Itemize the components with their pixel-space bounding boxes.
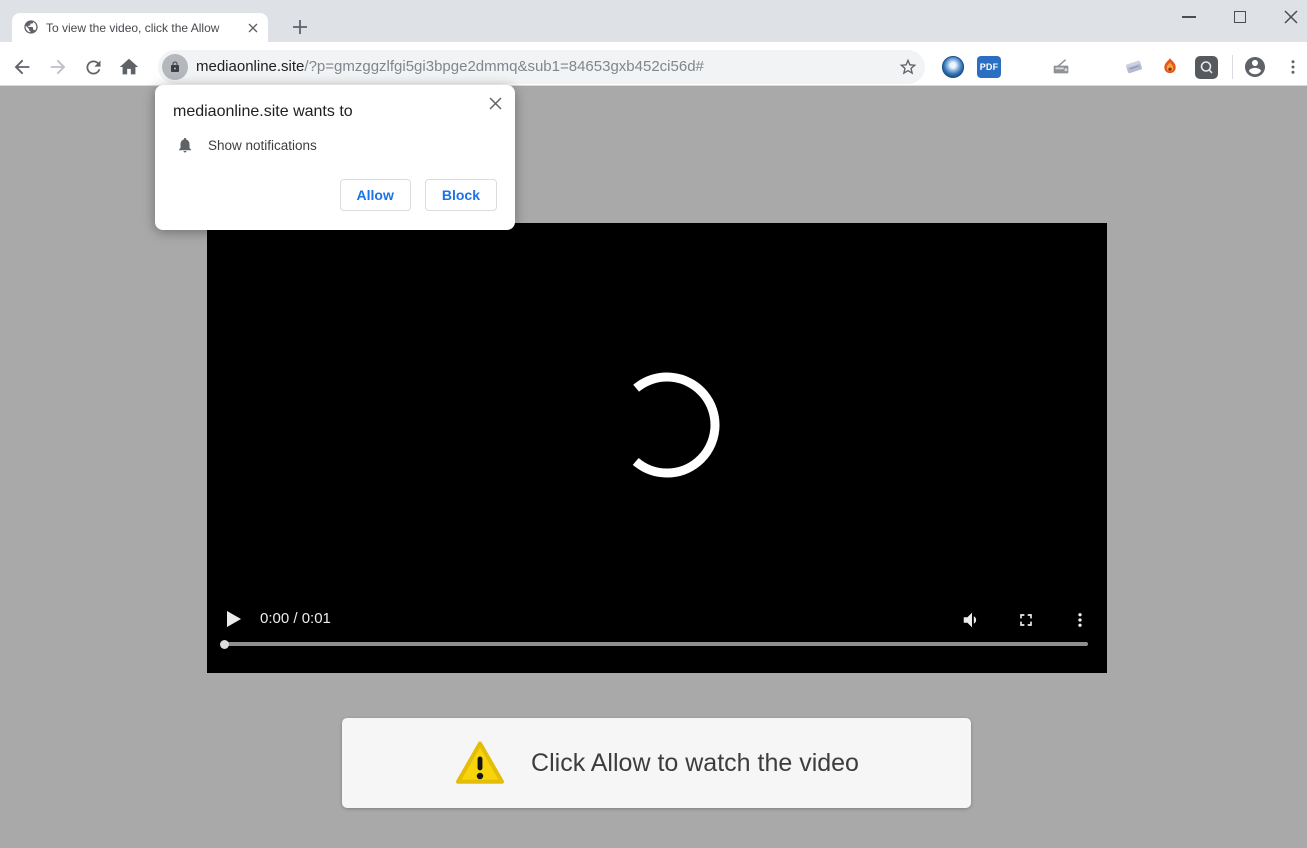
video-time-display: 0:00 / 0:01 <box>260 611 331 627</box>
window-close-button[interactable] <box>1268 0 1307 33</box>
permission-label: Show notifications <box>208 138 317 153</box>
fullscreen-icon <box>1016 610 1036 630</box>
video-progress-bar[interactable] <box>222 642 1088 646</box>
volume-icon <box>961 609 983 631</box>
bell-icon <box>176 136 194 154</box>
tab-close-icon[interactable] <box>245 20 261 36</box>
warning-triangle-icon <box>454 739 506 787</box>
reload-icon <box>83 57 104 78</box>
video-more-options-button[interactable] <box>1068 608 1092 632</box>
avatar-icon <box>1243 54 1267 80</box>
extension-recorder-button[interactable] <box>1049 55 1073 79</box>
new-tab-button[interactable] <box>290 17 310 37</box>
extension-pdf-button[interactable]: PDF <box>977 55 1001 79</box>
play-button[interactable] <box>225 610 243 628</box>
permission-row: Show notifications <box>176 136 317 154</box>
forward-icon <box>47 56 69 78</box>
browser-tab[interactable]: To view the video, click the Allow <box>12 13 268 42</box>
kebab-menu-icon <box>1284 58 1302 76</box>
notice-banner-text: Click Allow to watch the video <box>531 749 859 778</box>
book-extension-icon <box>1123 56 1145 78</box>
minimize-icon <box>1182 16 1196 18</box>
volume-button[interactable] <box>960 608 984 632</box>
video-player[interactable]: 0:00 / 0:01 <box>207 223 1107 673</box>
browser-menu-button[interactable] <box>1281 55 1305 79</box>
video-playhead[interactable] <box>220 640 229 649</box>
window-maximize-button[interactable] <box>1217 0 1263 33</box>
fullscreen-button[interactable] <box>1014 608 1038 632</box>
url-domain: mediaonline.site <box>196 58 304 75</box>
ripple-extension-icon <box>942 56 964 78</box>
extension-book-button[interactable] <box>1122 55 1146 79</box>
profile-button[interactable] <box>1243 55 1267 79</box>
window-minimize-button[interactable] <box>1166 0 1212 33</box>
notice-banner: Click Allow to watch the video <box>342 718 971 808</box>
pdf-extension-icon: PDF <box>977 56 1001 78</box>
home-button[interactable] <box>117 55 141 79</box>
url-text[interactable]: mediaonline.site/?p=gmzggzlfgi5gi3bpge2d… <box>196 50 704 84</box>
globe-favicon-icon <box>23 19 39 35</box>
site-security-badge[interactable] <box>162 54 188 80</box>
toolbar-separator <box>1232 55 1233 79</box>
radio-extension-icon <box>1050 56 1072 78</box>
kebab-menu-icon <box>1071 611 1089 629</box>
maximize-icon <box>1234 11 1246 23</box>
block-button[interactable]: Block <box>425 179 497 211</box>
forward-button[interactable] <box>46 55 70 79</box>
browser-window: To view the video, click the Allow <box>0 0 1307 848</box>
extension-ripple-button[interactable] <box>941 55 965 79</box>
allow-button[interactable]: Allow <box>340 179 411 211</box>
close-icon <box>1284 10 1298 24</box>
home-icon <box>118 56 140 78</box>
back-button[interactable] <box>10 55 34 79</box>
popup-buttons: Allow Block <box>340 179 497 211</box>
url-bar[interactable]: mediaonline.site/?p=gmzggzlfgi5gi3bpge2d… <box>158 50 925 84</box>
reload-button[interactable] <box>81 55 105 79</box>
extension-magnifier-button[interactable] <box>1194 55 1218 79</box>
popup-close-button[interactable] <box>486 94 504 112</box>
bookmark-button[interactable] <box>898 57 918 77</box>
notification-permission-popup: mediaonline.site wants to Show notificat… <box>155 85 515 230</box>
url-path: /?p=gmzggzlfgi5gi3bpge2dmmq&sub1=84653gx… <box>304 58 703 75</box>
loading-spinner-icon <box>607 365 727 485</box>
magnifier-extension-icon <box>1195 56 1218 79</box>
star-icon <box>898 57 918 77</box>
play-icon <box>227 611 241 627</box>
close-icon <box>489 97 502 110</box>
extension-flame-button[interactable] <box>1158 55 1182 79</box>
popup-title: mediaonline.site wants to <box>173 103 353 121</box>
tab-title: To view the video, click the Allow <box>46 20 242 36</box>
lock-icon <box>169 61 181 73</box>
back-icon <box>11 56 33 78</box>
flame-extension-icon <box>1159 56 1181 78</box>
titlebar: To view the video, click the Allow <box>0 0 1307 42</box>
toolbar: mediaonline.site/?p=gmzggzlfgi5gi3bpge2d… <box>0 42 1307 86</box>
